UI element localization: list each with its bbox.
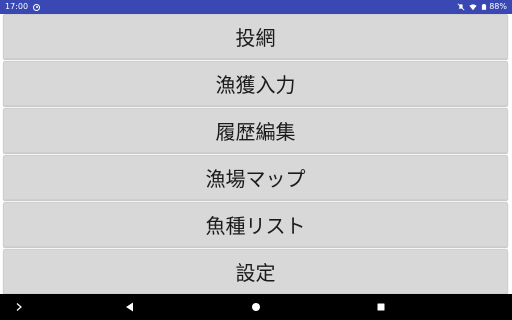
home-icon — [252, 303, 260, 311]
back-button[interactable] — [118, 294, 142, 320]
menu-button-settings[interactable]: 設定 — [3, 249, 508, 294]
status-left: 17:00 — [5, 1, 41, 13]
back-icon — [126, 302, 133, 312]
recents-button[interactable] — [369, 294, 393, 320]
status-right: 88% — [453, 1, 507, 13]
recents-icon — [377, 303, 385, 311]
navigation-bar — [0, 294, 512, 320]
status-time: 17:00 — [5, 2, 29, 11]
battery-icon — [482, 4, 487, 10]
mute-icon — [457, 3, 465, 11]
app-notification-icon — [33, 3, 41, 11]
menu-button-fishing-map[interactable]: 漁場マップ — [3, 155, 508, 200]
battery-percent: 88% — [489, 2, 507, 11]
menu-button-cast-net[interactable]: 投網 — [3, 14, 508, 59]
status-bar: 17:00 88% — [0, 0, 512, 14]
expand-button[interactable] — [10, 294, 28, 320]
menu-button-catch-input[interactable]: 漁獲入力 — [3, 61, 508, 106]
expand-icon — [16, 303, 22, 311]
menu-button-history-edit[interactable]: 履歴編集 — [3, 108, 508, 153]
wifi-icon — [469, 4, 477, 11]
menu-button-species-list[interactable]: 魚種リスト — [3, 202, 508, 247]
home-button[interactable] — [244, 294, 268, 320]
